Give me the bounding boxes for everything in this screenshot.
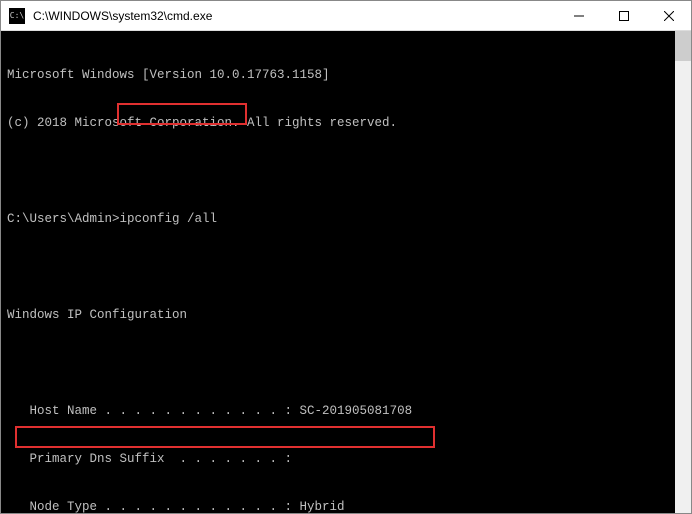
blank [7, 355, 685, 371]
section-heading: Windows IP Configuration [7, 307, 685, 323]
node-type-row: Node Type . . . . . . . . . . . . : Hybr… [7, 499, 685, 513]
highlight-gateway [15, 426, 435, 448]
terminal-output[interactable]: Microsoft Windows [Version 10.0.17763.11… [1, 31, 691, 513]
title-bar[interactable]: C:\ C:\WINDOWS\system32\cmd.exe [1, 1, 691, 31]
host-name-row: Host Name . . . . . . . . . . . . : SC-2… [7, 403, 685, 419]
close-button[interactable] [646, 1, 691, 30]
maximize-icon [619, 11, 629, 21]
blank [7, 163, 685, 179]
window-title: C:\WINDOWS\system32\cmd.exe [33, 9, 556, 23]
minimize-button[interactable] [556, 1, 601, 30]
window-controls [556, 1, 691, 30]
prompt-line: C:\Users\Admin>ipconfig /all [7, 211, 685, 227]
cmd-icon: C:\ [9, 8, 25, 24]
maximize-button[interactable] [601, 1, 646, 30]
banner-line: Microsoft Windows [Version 10.0.17763.11… [7, 67, 685, 83]
prompt: C:\Users\Admin> [7, 211, 120, 227]
command: ipconfig /all [120, 211, 218, 227]
copyright-line: (c) 2018 Microsoft Corporation. All righ… [7, 115, 685, 131]
scrollbar[interactable] [675, 31, 691, 513]
blank [7, 259, 685, 275]
minimize-icon [574, 11, 584, 21]
scrollbar-thumb[interactable] [675, 31, 691, 61]
close-icon [664, 11, 674, 21]
primary-dns-row: Primary Dns Suffix . . . . . . . : [7, 451, 685, 467]
